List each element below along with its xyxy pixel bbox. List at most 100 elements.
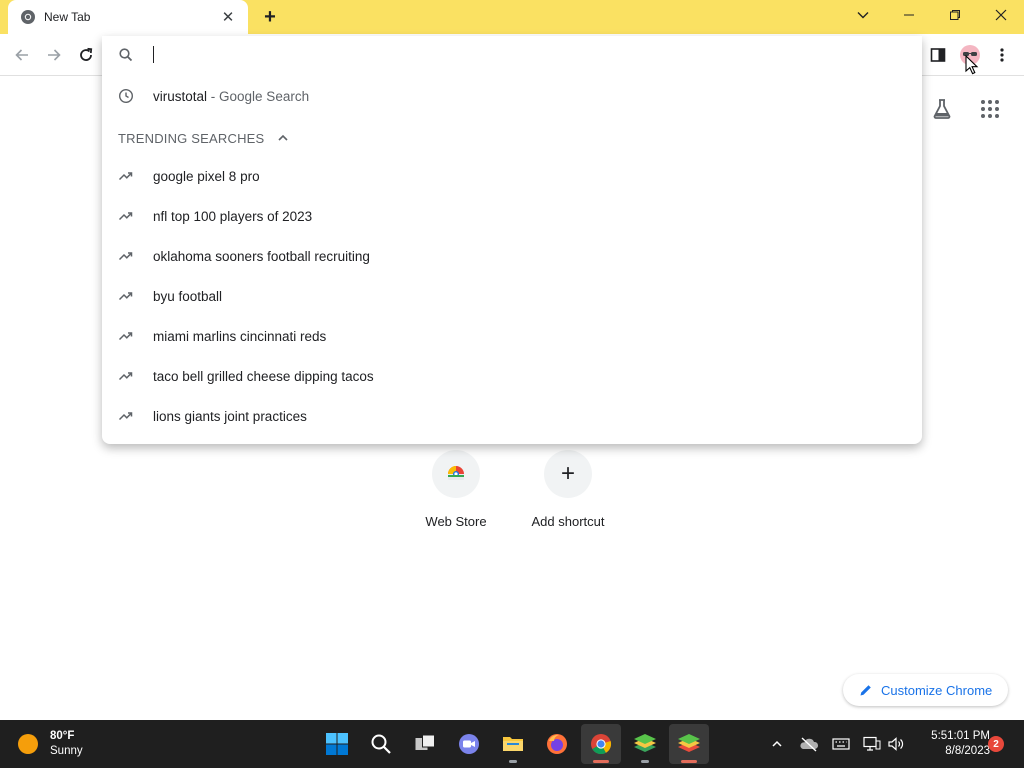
close-window-button[interactable]	[978, 0, 1024, 30]
windows-logo-icon	[326, 733, 348, 755]
customize-label: Customize Chrome	[881, 682, 993, 698]
network-tray-icon[interactable]	[861, 733, 883, 755]
reload-icon	[80, 47, 93, 61]
sun-icon	[18, 734, 38, 754]
chat-icon	[459, 734, 479, 754]
chrome-menu-button[interactable]	[990, 43, 1014, 67]
network-icon	[863, 736, 881, 751]
chevron-up-icon[interactable]	[276, 131, 290, 145]
minimize-button[interactable]	[886, 0, 932, 30]
file-explorer-button[interactable]	[493, 724, 533, 764]
back-button[interactable]	[10, 43, 34, 67]
text-caret	[153, 46, 154, 63]
shortcut-web-store[interactable]: Web Store	[401, 450, 511, 540]
trending-up-icon	[118, 368, 134, 384]
search-taskbar-button[interactable]	[361, 724, 401, 764]
customize-chrome-button[interactable]: Customize Chrome	[843, 674, 1008, 706]
app-stack-button[interactable]	[625, 724, 665, 764]
google-apps-button[interactable]	[978, 97, 1002, 121]
trending-header-label: TRENDING SEARCHES	[118, 130, 265, 146]
running-indicator	[641, 760, 649, 763]
running-indicator	[681, 760, 697, 763]
side-panel-button[interactable]	[926, 43, 950, 67]
restore-icon	[950, 10, 960, 20]
trending-up-icon	[118, 248, 134, 264]
new-tab-button[interactable]: +	[257, 5, 283, 29]
suggestion-trending[interactable]: taco bell grilled cheese dipping tacos	[102, 356, 922, 396]
trending-text: nfl top 100 players of 2023	[153, 208, 313, 224]
suggestion-history[interactable]: virustotal - Google Search	[102, 76, 922, 116]
keyboard-icon	[832, 738, 850, 750]
screen: New Tab ✕ + virustotal - Google Search T…	[0, 0, 1024, 768]
shortcut-add[interactable]: + Add shortcut	[513, 450, 623, 540]
layers-app-icon	[678, 734, 700, 752]
chevron-up-icon	[772, 740, 782, 747]
trending-up-icon	[118, 168, 134, 184]
app-stack-button-2[interactable]	[669, 724, 709, 764]
reload-button[interactable]	[74, 43, 98, 67]
mouse-cursor-icon	[965, 55, 979, 75]
running-indicator	[509, 760, 517, 763]
task-view-button[interactable]	[405, 724, 445, 764]
pencil-icon	[860, 685, 871, 696]
clock-time: 5:51:01 PM	[931, 730, 990, 742]
suggestion-query: virustotal	[153, 88, 208, 104]
labs-button[interactable]	[930, 97, 954, 121]
teams-chat-button[interactable]	[449, 724, 489, 764]
chrome-icon	[591, 734, 612, 755]
tab-close-icon[interactable]: ✕	[218, 7, 238, 27]
task-view-icon	[415, 734, 435, 750]
suggestion-trending[interactable]: google pixel 8 pro	[102, 156, 922, 196]
chrome-icon	[20, 9, 36, 25]
start-button[interactable]	[317, 724, 357, 764]
arrow-back-icon	[15, 49, 28, 61]
suggestion-trending[interactable]: miami marlins cincinnati reds	[102, 316, 922, 356]
folder-icon	[503, 737, 523, 751]
chrome-taskbar-button[interactable]	[581, 724, 621, 764]
tab-strip: New Tab ✕ +	[0, 0, 1024, 34]
minimize-icon	[904, 14, 914, 16]
running-indicator	[593, 760, 609, 763]
plus-icon: +	[560, 460, 575, 487]
clock-date: 8/8/2023	[945, 745, 990, 757]
restore-button[interactable]	[932, 0, 978, 30]
suggestion-suffix: - Google Search	[207, 88, 310, 104]
trending-text: taco bell grilled cheese dipping tacos	[153, 368, 374, 384]
forward-button[interactable]	[42, 43, 66, 67]
trending-up-icon	[118, 408, 134, 424]
weather-temp: 80°F	[50, 730, 75, 742]
volume-tray-icon[interactable]	[885, 733, 907, 755]
show-hidden-icons-button[interactable]	[766, 733, 788, 755]
side-panel-icon	[930, 48, 946, 62]
suggestion-trending[interactable]: oklahoma sooners football recruiting	[102, 236, 922, 276]
taskbar-clock[interactable]: 5:51:01 PM 8/8/2023	[914, 729, 990, 759]
trending-up-icon	[118, 288, 134, 304]
omnibox-dropdown: virustotal - Google Search TRENDING SEAR…	[102, 36, 922, 444]
tab-title: New Tab	[44, 10, 91, 24]
more-vert-icon	[1000, 48, 1004, 62]
history-clock-icon	[118, 88, 134, 104]
onedrive-tray-icon[interactable]	[798, 733, 820, 755]
search-icon	[118, 47, 134, 63]
shortcut-label: Web Store	[425, 514, 487, 529]
add-shortcut-tile: +	[544, 450, 592, 498]
firefox-button[interactable]	[537, 724, 577, 764]
suggestion-trending[interactable]: lions giants joint practices	[102, 396, 922, 436]
weather-widget[interactable]: 80°F Sunny	[18, 728, 83, 760]
apps-grid-icon	[981, 100, 999, 118]
trending-header: TRENDING SEARCHES	[118, 128, 290, 148]
omnibox-input[interactable]	[152, 44, 892, 66]
suggestion-trending[interactable]: nfl top 100 players of 2023	[102, 196, 922, 236]
tab-new-tab[interactable]: New Tab ✕	[8, 0, 248, 34]
firefox-icon	[547, 734, 567, 754]
trending-up-icon	[118, 328, 134, 344]
notification-badge[interactable]: 2	[988, 736, 1004, 752]
omnibox-input-row	[102, 36, 922, 74]
keyboard-tray-icon[interactable]	[830, 733, 852, 755]
shortcut-tile	[432, 450, 480, 498]
tab-search-button[interactable]	[840, 0, 886, 30]
trending-up-icon	[118, 208, 134, 224]
suggestion-trending[interactable]: byu football	[102, 276, 922, 316]
weather-condition: Sunny	[50, 745, 83, 757]
shortcut-label: Add shortcut	[531, 514, 605, 529]
